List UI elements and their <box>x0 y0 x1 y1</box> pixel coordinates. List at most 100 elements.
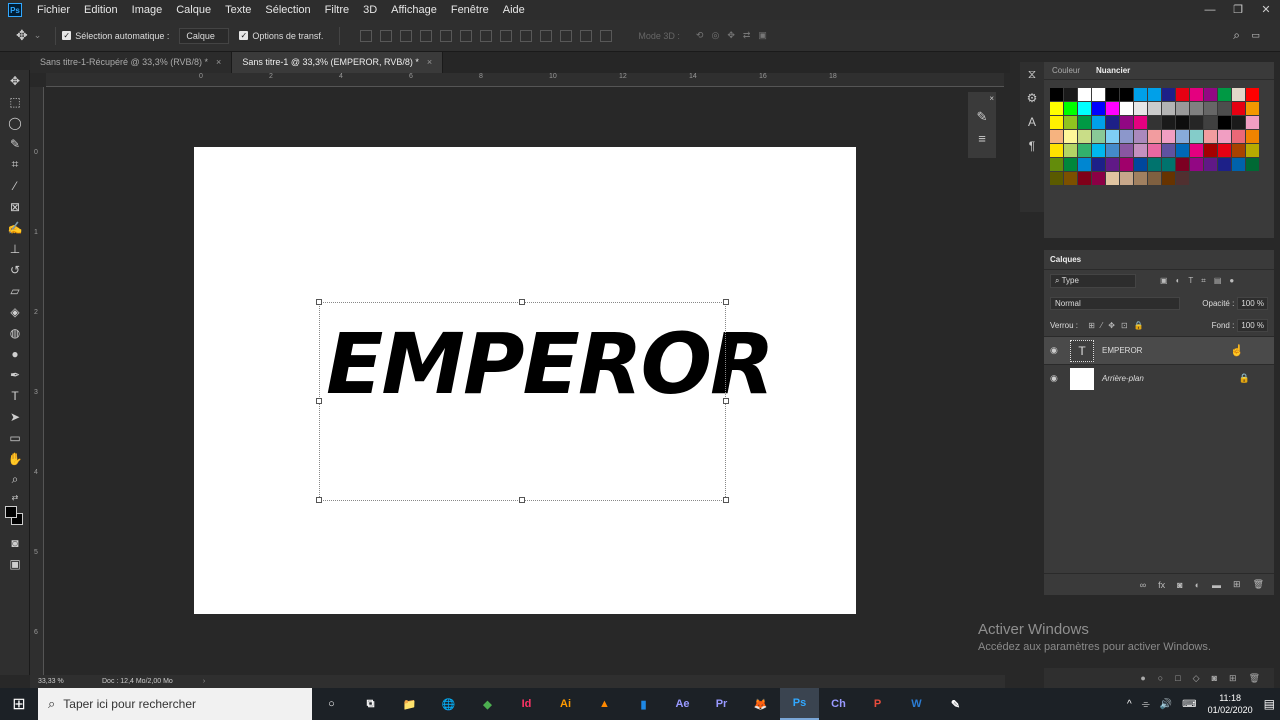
panel-close-icon[interactable]: × <box>968 92 996 106</box>
lock-options-icon[interactable]: ⊞⁄✥⊡🔒 <box>1088 321 1149 330</box>
color-swatch[interactable] <box>1120 172 1133 185</box>
color-swatch[interactable] <box>1176 88 1189 101</box>
distribute-vcenter-icon[interactable] <box>500 29 513 42</box>
color-swatch[interactable] <box>1064 172 1077 185</box>
color-swatch[interactable] <box>1148 172 1161 185</box>
color-swatch[interactable] <box>1050 172 1063 185</box>
cortana-icon[interactable]: ○ <box>312 688 351 720</box>
color-swatch[interactable] <box>1078 144 1091 157</box>
color-swatch[interactable] <box>1162 172 1175 185</box>
foreground-color-swatch[interactable] <box>5 506 17 518</box>
color-swatch[interactable] <box>1204 158 1217 171</box>
color-swatch[interactable] <box>1148 102 1161 115</box>
color-swatch[interactable] <box>1134 116 1147 129</box>
close-tab-icon[interactable]: × <box>216 57 221 67</box>
color-swatch[interactable] <box>1204 144 1217 157</box>
paragraph-icon[interactable]: ¶ <box>1020 134 1044 158</box>
color-swatch[interactable] <box>1106 144 1119 157</box>
fill-input[interactable]: 100 % <box>1237 318 1268 332</box>
color-swatch[interactable] <box>1064 158 1077 171</box>
color-swatch[interactable] <box>1120 102 1133 115</box>
align-vcenter-icon[interactable] <box>380 29 393 42</box>
color-swatch[interactable] <box>1204 130 1217 143</box>
transform-handle[interactable] <box>519 299 525 305</box>
color-swatch[interactable] <box>1078 116 1091 129</box>
color-swatch[interactable] <box>1050 158 1063 171</box>
color-swatch[interactable] <box>1176 116 1189 129</box>
color-swatch[interactable] <box>1232 88 1245 101</box>
color-swatch[interactable] <box>1162 102 1175 115</box>
color-swatch[interactable] <box>1078 158 1091 171</box>
align-left-icon[interactable] <box>420 29 433 42</box>
menu-texte[interactable]: Texte <box>218 4 258 16</box>
new-icon[interactable]: ⊞ <box>1229 673 1237 684</box>
color-swatch[interactable] <box>1148 144 1161 157</box>
color-swatch[interactable] <box>1176 172 1189 185</box>
filter-pixel-icon[interactable]: ▣ <box>1160 276 1168 286</box>
adjust-settings-icon[interactable]: ≡ <box>968 128 996 150</box>
color-swatch[interactable] <box>1078 172 1091 185</box>
tab-recupere[interactable]: Sans titre-1-Récupéré @ 33,3% (RVB/8) * × <box>30 52 233 73</box>
history-icon[interactable]: ⧖ <box>1020 62 1044 86</box>
color-swatch[interactable] <box>1092 158 1105 171</box>
color-swatch[interactable] <box>1106 116 1119 129</box>
color-swatch[interactable] <box>1204 116 1217 129</box>
distribute-left-icon[interactable] <box>540 29 553 42</box>
tab-couleur[interactable]: Couleur <box>1044 66 1088 75</box>
color-swatch[interactable] <box>1050 144 1063 157</box>
trash-icon[interactable]: 🗑 <box>1249 673 1260 684</box>
color-swatch[interactable] <box>1134 172 1147 185</box>
color-swatch[interactable] <box>1092 130 1105 143</box>
photoshop-taskbar-icon[interactable]: Ps <box>780 688 819 720</box>
vlc-icon[interactable]: ▲ <box>585 688 624 720</box>
color-swatch[interactable] <box>1148 130 1161 143</box>
color-swatch[interactable] <box>1134 102 1147 115</box>
crop-tool-icon[interactable]: ⌗ <box>0 154 30 175</box>
taskbar-search[interactable]: ⌕ Taper ici pour rechercher <box>38 688 312 720</box>
color-swatch[interactable] <box>1162 116 1175 129</box>
lasso-tool-icon[interactable]: ◯ <box>0 112 30 133</box>
color-swatch[interactable] <box>1078 130 1091 143</box>
file-explorer-icon[interactable]: 📁 <box>390 688 429 720</box>
color-swatch[interactable] <box>1064 144 1077 157</box>
color-swatch[interactable] <box>1120 158 1133 171</box>
quick-select-tool-icon[interactable]: ✎ <box>0 133 30 154</box>
color-swatch[interactable] <box>1176 130 1189 143</box>
filter-adjust-icon[interactable]: ◐ <box>1176 276 1181 286</box>
restore-button[interactable]: ❐ <box>1224 0 1252 20</box>
color-swatch[interactable] <box>1190 116 1203 129</box>
color-swatch[interactable] <box>1148 116 1161 129</box>
transform-bounding-box[interactable] <box>319 302 726 501</box>
color-swatch[interactable] <box>1064 88 1077 101</box>
color-swatch[interactable] <box>1218 144 1231 157</box>
auto-select-checkbox[interactable]: ✓ Sélection automatique : <box>62 31 169 41</box>
transform-handle[interactable] <box>723 497 729 503</box>
layers-panel-title[interactable]: Calques <box>1050 255 1081 264</box>
blur-tool-icon[interactable]: ◍ <box>0 322 30 343</box>
clock[interactable]: 11:18 01/02/2020 <box>1208 692 1253 716</box>
transform-handle[interactable] <box>316 497 322 503</box>
color-swatch[interactable] <box>1106 102 1119 115</box>
color-swatch[interactable] <box>1134 130 1147 143</box>
menu-3d[interactable]: 3D <box>356 4 384 16</box>
move-tool-icon[interactable]: ✥ <box>0 70 30 91</box>
workspace-icon[interactable]: ▭ <box>1251 30 1260 41</box>
color-swatch[interactable] <box>1106 88 1119 101</box>
align-bottom-icon[interactable] <box>400 29 413 42</box>
align-top-icon[interactable] <box>360 29 373 42</box>
circle-icon[interactable]: ○ <box>1158 673 1163 683</box>
new-group-icon[interactable]: ▬ <box>1212 580 1221 590</box>
character-animator-icon[interactable]: Ch <box>819 688 858 720</box>
close-button[interactable]: ✕ <box>1252 0 1280 20</box>
auto-select-dropdown[interactable]: Calque <box>179 27 230 44</box>
color-swatch[interactable] <box>1246 102 1259 115</box>
color-swatch[interactable] <box>1148 158 1161 171</box>
rectangle-tool-icon[interactable]: ▭ <box>0 427 30 448</box>
move-tool-icon[interactable]: ✥ <box>16 27 28 44</box>
color-swatch[interactable] <box>1218 102 1231 115</box>
color-swatch[interactable] <box>1246 144 1259 157</box>
color-swatch[interactable] <box>1106 158 1119 171</box>
eraser-tool-icon[interactable]: ▱ <box>0 280 30 301</box>
bucket-tool-icon[interactable]: ◈ <box>0 301 30 322</box>
distribute-top-icon[interactable] <box>480 29 493 42</box>
